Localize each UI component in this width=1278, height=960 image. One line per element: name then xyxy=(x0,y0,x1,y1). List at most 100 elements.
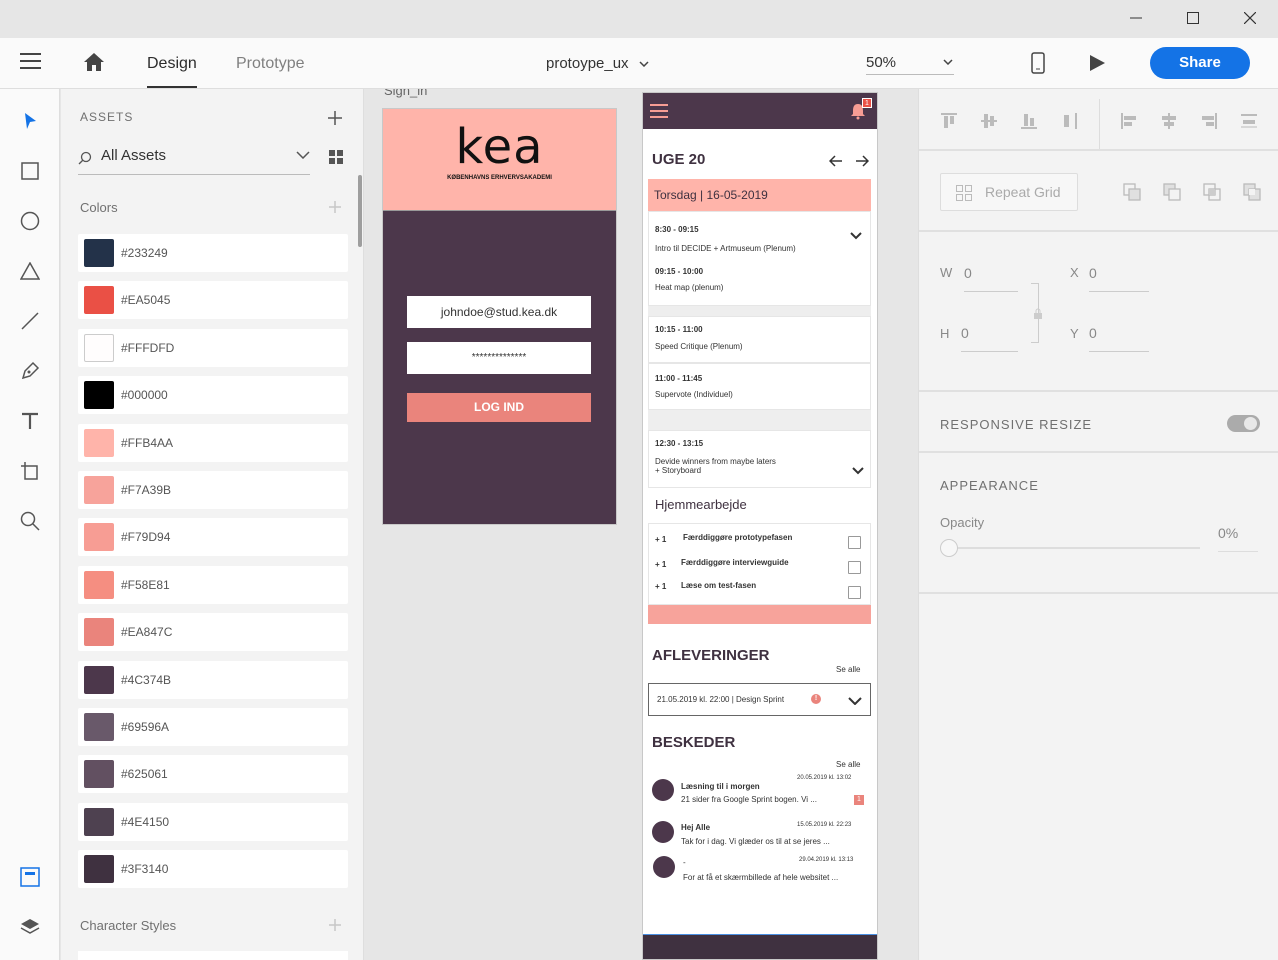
color-swatch-item[interactable]: #3F3140 xyxy=(78,850,348,889)
align-middle-button[interactable] xyxy=(979,111,999,136)
align-top-button[interactable] xyxy=(939,111,959,136)
align-bottom-button[interactable] xyxy=(1019,111,1039,136)
hamburger-icon[interactable] xyxy=(650,103,668,119)
ellipse-tool[interactable] xyxy=(0,201,60,241)
add-character-style-button[interactable] xyxy=(329,918,341,936)
signin-artboard[interactable]: kea KØBENHAVNS ERHVERVSAKADEMI johndoe@s… xyxy=(382,108,617,525)
color-swatch-item[interactable]: #000000 xyxy=(78,376,348,415)
chevron-down-icon[interactable] xyxy=(848,697,862,705)
chevron-down-icon[interactable] xyxy=(850,232,862,240)
responsive-resize-toggle[interactable] xyxy=(1227,415,1260,432)
color-swatch-item[interactable]: #625061 xyxy=(78,755,348,794)
homework-checkbox[interactable] xyxy=(848,561,861,574)
color-swatch-item[interactable]: #EA847C xyxy=(78,613,348,652)
polygon-tool[interactable] xyxy=(0,251,60,291)
layers-panel-toggle[interactable] xyxy=(0,907,60,947)
message-item[interactable]: Hej Alle 15.05.2019 kl. 22:23 Tak for i … xyxy=(643,817,877,853)
grid-view-button[interactable] xyxy=(329,150,343,169)
pen-icon xyxy=(21,361,40,380)
boolean-add-icon xyxy=(1123,183,1141,201)
height-input[interactable]: 0 xyxy=(961,317,1018,352)
homework-checkbox[interactable] xyxy=(848,536,861,549)
color-swatch-item[interactable]: #4E4150 xyxy=(78,802,348,841)
color-swatch-item[interactable]: #69596A xyxy=(78,708,348,746)
character-style-row[interactable] xyxy=(78,951,348,960)
boolean-subtract-button[interactable] xyxy=(1163,183,1181,206)
add-asset-button[interactable] xyxy=(328,111,342,130)
boolean-intersect-button[interactable] xyxy=(1203,183,1221,206)
tab-prototype[interactable]: Prototype xyxy=(236,38,304,89)
message-date: 15.05.2019 kl. 22:23 xyxy=(797,822,852,828)
color-swatch-item[interactable]: #233249 xyxy=(78,234,348,272)
width-input[interactable]: 0 xyxy=(964,257,1018,292)
chevron-down-icon[interactable] xyxy=(852,467,864,475)
boolean-add-button[interactable] xyxy=(1123,183,1141,206)
minimize-button[interactable] xyxy=(1113,0,1159,36)
schedule-card[interactable]: 12:30 - 13:15 Devide winners from maybe … xyxy=(648,430,871,488)
active-tab-indicator xyxy=(147,86,197,88)
add-color-button[interactable] xyxy=(329,200,341,218)
color-swatch-item[interactable]: #F7A39B xyxy=(78,471,348,509)
line-tool[interactable] xyxy=(0,301,60,341)
arrow-right-icon[interactable] xyxy=(855,155,869,167)
distribute-vertical-button[interactable] xyxy=(1059,111,1079,136)
arrow-left-icon[interactable] xyxy=(829,155,843,167)
login-button[interactable]: LOG IND xyxy=(407,393,591,422)
email-field[interactable]: johndoe@stud.kea.dk xyxy=(407,296,591,328)
schedule-card[interactable]: 10:15 - 11:00 Speed Critique (Plenum) xyxy=(648,316,871,363)
deliveries-see-all-link[interactable]: Se alle xyxy=(836,665,860,674)
color-swatch-item[interactable]: #F58E81 xyxy=(78,565,348,604)
close-button[interactable] xyxy=(1227,0,1273,36)
opacity-input[interactable]: 0% xyxy=(1218,525,1258,552)
device-preview-button[interactable] xyxy=(1031,52,1045,79)
maximize-button[interactable] xyxy=(1170,0,1216,36)
boolean-subtract-icon xyxy=(1163,183,1181,201)
align-center-button[interactable] xyxy=(1159,111,1179,136)
x-input[interactable]: 0 xyxy=(1089,257,1149,292)
delivery-item[interactable]: 21.05.2019 kl. 22:00 | Design Sprint ! xyxy=(648,683,871,716)
repeat-grid-button[interactable]: Repeat Grid xyxy=(940,173,1078,211)
share-button[interactable]: Share xyxy=(1150,47,1250,79)
home-button[interactable] xyxy=(83,52,105,77)
assets-filter-dropdown[interactable]: All Assets xyxy=(78,143,310,175)
messages-see-all-link[interactable]: Se alle xyxy=(836,760,860,769)
zoom-dropdown[interactable]: 50% xyxy=(866,38,954,89)
message-item[interactable]: - 29.04.2019 kl. 13:13 For at få et skær… xyxy=(643,853,877,889)
lock-icon[interactable] xyxy=(1033,308,1043,320)
color-swatch-label: #F58E81 xyxy=(121,577,170,592)
maximize-icon xyxy=(1187,12,1199,24)
design-canvas[interactable]: Sign_in kea KØBENHAVNS ERHVERVSAKADEMI j… xyxy=(365,89,918,960)
color-swatch-item[interactable]: #F79D94 xyxy=(78,518,348,557)
boolean-exclude-button[interactable] xyxy=(1243,183,1261,206)
color-swatch-item[interactable]: #4C374B xyxy=(78,660,348,699)
dashboard-artboard[interactable]: 1 UGE 20 Torsdag | 16-05-2019 8:30 - 09:… xyxy=(642,92,878,960)
artboard-tool[interactable] xyxy=(0,451,60,491)
color-swatch-item[interactable]: #FFB4AA xyxy=(78,423,348,462)
assets-panel-toggle[interactable] xyxy=(0,857,60,897)
hamburger-menu-button[interactable] xyxy=(20,52,42,75)
homework-checkbox[interactable] xyxy=(848,586,861,599)
distribute-horizontal-button[interactable] xyxy=(1239,111,1259,136)
document-title-dropdown[interactable]: protoype_ux xyxy=(546,38,649,89)
message-item[interactable]: Læsning til i morgen 20.05.2019 kl. 13:0… xyxy=(643,769,877,809)
tab-design[interactable]: Design xyxy=(147,38,197,89)
color-swatch-item[interactable]: #FFFDFD xyxy=(78,328,348,367)
zoom-tool[interactable] xyxy=(0,501,60,541)
pen-tool[interactable] xyxy=(0,351,60,391)
text-tool[interactable] xyxy=(0,401,60,441)
color-swatch-label: #FFB4AA xyxy=(121,435,174,450)
align-right-button[interactable] xyxy=(1199,111,1219,136)
align-left-button[interactable] xyxy=(1119,111,1139,136)
color-swatch-item[interactable]: #EA5045 xyxy=(78,281,348,320)
slider-handle[interactable] xyxy=(940,539,958,557)
select-tool[interactable] xyxy=(0,101,60,141)
assets-scrollbar[interactable] xyxy=(358,175,362,247)
schedule-card[interactable]: 11:00 - 11:45 Supervote (Individuel) xyxy=(648,363,871,410)
password-field[interactable]: ************** xyxy=(407,342,591,374)
schedule-card[interactable]: 8:30 - 09:15 Intro til DECIDE + Artmuseu… xyxy=(648,211,871,306)
opacity-slider[interactable] xyxy=(940,539,1200,557)
artboard-label[interactable]: Sign_in xyxy=(384,89,427,98)
play-preview-button[interactable] xyxy=(1088,54,1106,77)
y-input[interactable]: 0 xyxy=(1089,317,1149,352)
rectangle-tool[interactable] xyxy=(0,151,60,191)
